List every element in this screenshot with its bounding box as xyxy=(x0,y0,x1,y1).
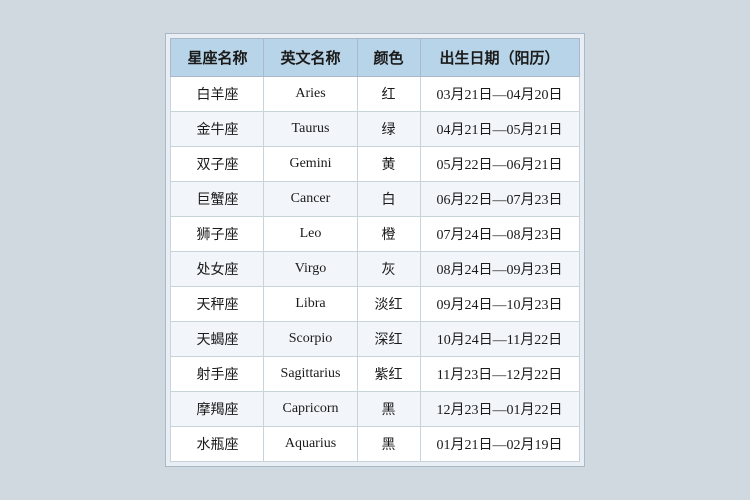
cell-chinese-name: 白羊座 xyxy=(171,77,264,112)
cell-dates: 09月24日—10月23日 xyxy=(420,287,579,322)
cell-dates: 11月23日—12月22日 xyxy=(420,357,579,392)
cell-english-name: Gemini xyxy=(264,147,357,182)
header-english-name: 英文名称 xyxy=(264,39,357,77)
table-row: 狮子座Leo橙07月24日—08月23日 xyxy=(171,217,579,252)
cell-chinese-name: 狮子座 xyxy=(171,217,264,252)
cell-chinese-name: 天蝎座 xyxy=(171,322,264,357)
cell-dates: 01月21日—02月19日 xyxy=(420,427,579,462)
zodiac-table-container: 星座名称 英文名称 颜色 出生日期（阳历） 白羊座Aries红03月21日—04… xyxy=(165,33,584,467)
table-header-row: 星座名称 英文名称 颜色 出生日期（阳历） xyxy=(171,39,579,77)
cell-dates: 05月22日—06月21日 xyxy=(420,147,579,182)
header-chinese-name: 星座名称 xyxy=(171,39,264,77)
cell-english-name: Leo xyxy=(264,217,357,252)
table-row: 天秤座Libra淡红09月24日—10月23日 xyxy=(171,287,579,322)
cell-dates: 10月24日—11月22日 xyxy=(420,322,579,357)
zodiac-table: 星座名称 英文名称 颜色 出生日期（阳历） 白羊座Aries红03月21日—04… xyxy=(170,38,579,462)
table-row: 处女座Virgo灰08月24日—09月23日 xyxy=(171,252,579,287)
cell-dates: 12月23日—01月22日 xyxy=(420,392,579,427)
table-row: 摩羯座Capricorn黑12月23日—01月22日 xyxy=(171,392,579,427)
cell-color: 黑 xyxy=(357,427,420,462)
cell-color: 淡红 xyxy=(357,287,420,322)
cell-color: 深红 xyxy=(357,322,420,357)
cell-english-name: Virgo xyxy=(264,252,357,287)
cell-color: 黄 xyxy=(357,147,420,182)
cell-chinese-name: 巨蟹座 xyxy=(171,182,264,217)
table-row: 金牛座Taurus绿04月21日—05月21日 xyxy=(171,112,579,147)
cell-english-name: Taurus xyxy=(264,112,357,147)
cell-english-name: Cancer xyxy=(264,182,357,217)
cell-english-name: Sagittarius xyxy=(264,357,357,392)
cell-english-name: Scorpio xyxy=(264,322,357,357)
cell-chinese-name: 双子座 xyxy=(171,147,264,182)
cell-chinese-name: 摩羯座 xyxy=(171,392,264,427)
cell-dates: 07月24日—08月23日 xyxy=(420,217,579,252)
cell-dates: 06月22日—07月23日 xyxy=(420,182,579,217)
cell-dates: 04月21日—05月21日 xyxy=(420,112,579,147)
table-row: 射手座Sagittarius紫红11月23日—12月22日 xyxy=(171,357,579,392)
cell-color: 绿 xyxy=(357,112,420,147)
cell-dates: 03月21日—04月20日 xyxy=(420,77,579,112)
cell-chinese-name: 水瓶座 xyxy=(171,427,264,462)
cell-english-name: Aries xyxy=(264,77,357,112)
cell-chinese-name: 天秤座 xyxy=(171,287,264,322)
cell-dates: 08月24日—09月23日 xyxy=(420,252,579,287)
cell-english-name: Capricorn xyxy=(264,392,357,427)
cell-color: 红 xyxy=(357,77,420,112)
cell-english-name: Aquarius xyxy=(264,427,357,462)
table-row: 水瓶座Aquarius黑01月21日—02月19日 xyxy=(171,427,579,462)
cell-chinese-name: 金牛座 xyxy=(171,112,264,147)
cell-chinese-name: 处女座 xyxy=(171,252,264,287)
header-color: 颜色 xyxy=(357,39,420,77)
cell-chinese-name: 射手座 xyxy=(171,357,264,392)
table-row: 双子座Gemini黄05月22日—06月21日 xyxy=(171,147,579,182)
cell-english-name: Libra xyxy=(264,287,357,322)
header-dates: 出生日期（阳历） xyxy=(420,39,579,77)
table-row: 白羊座Aries红03月21日—04月20日 xyxy=(171,77,579,112)
cell-color: 黑 xyxy=(357,392,420,427)
cell-color: 灰 xyxy=(357,252,420,287)
cell-color: 白 xyxy=(357,182,420,217)
cell-color: 橙 xyxy=(357,217,420,252)
table-row: 天蝎座Scorpio深红10月24日—11月22日 xyxy=(171,322,579,357)
cell-color: 紫红 xyxy=(357,357,420,392)
table-row: 巨蟹座Cancer白06月22日—07月23日 xyxy=(171,182,579,217)
